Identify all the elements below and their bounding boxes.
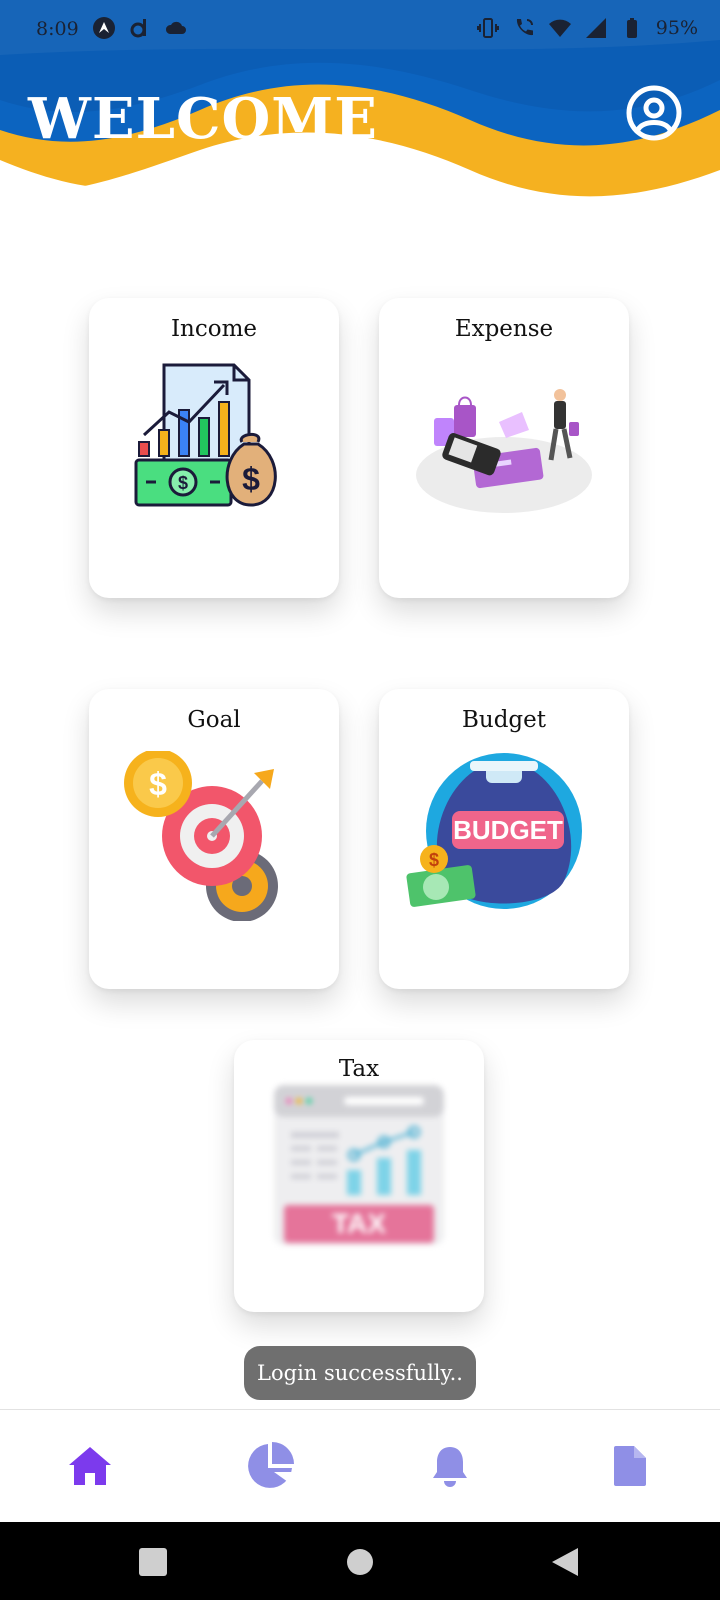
tax-badge-text: TAX: [332, 1208, 386, 1239]
bottom-nav: [0, 1409, 720, 1522]
budget-bag-icon: BUDGET $: [406, 753, 582, 909]
vibrate-icon: [476, 18, 499, 38]
wifi-icon: [548, 19, 571, 37]
cloud-icon: [165, 21, 186, 34]
svg-text:$: $: [429, 850, 439, 870]
nav-chart-button[interactable]: [240, 1436, 300, 1496]
profile-button[interactable]: [624, 84, 684, 144]
budget-badge-text: BUDGET: [453, 815, 563, 845]
status-icons-right: 95%: [476, 16, 698, 40]
status-icons-left: [92, 16, 188, 40]
system-nav-bar: [0, 1522, 720, 1600]
toast-message: Login successfully..: [244, 1346, 476, 1400]
tax-report-icon: TAX: [274, 1085, 444, 1245]
user-circle-icon: [626, 85, 682, 141]
shopping-card-icon: [416, 389, 592, 513]
d-app-icon: [130, 19, 146, 38]
income-card[interactable]: Income $ $: [89, 298, 339, 598]
svg-text:$: $: [178, 473, 188, 493]
svg-text:$: $: [242, 461, 260, 497]
budget-card-label: Budget: [461, 707, 546, 733]
battery-percent: 95%: [655, 17, 698, 39]
tax-card[interactable]: Tax TAX: [234, 1040, 484, 1312]
svg-text:$: $: [149, 766, 167, 802]
status-bar: 8:09 95%: [0, 0, 720, 60]
bell-icon: [433, 1447, 467, 1487]
back-button[interactable]: [545, 1542, 585, 1582]
expense-card-label: Expense: [454, 316, 554, 342]
budget-card[interactable]: Budget BUDGET $: [379, 689, 629, 989]
nav-home-button[interactable]: [60, 1436, 120, 1496]
income-chart-money-icon: $ $: [134, 363, 277, 507]
document-icon: [614, 1446, 646, 1486]
goal-card[interactable]: Goal $: [89, 689, 339, 989]
nav-document-button[interactable]: [600, 1436, 660, 1496]
income-card-label: Income: [170, 316, 258, 342]
tax-card-label: Tax: [338, 1056, 380, 1082]
wifi-call-icon: [516, 19, 533, 36]
android-auto-icon: [93, 17, 115, 39]
nav-notifications-button[interactable]: [420, 1436, 480, 1496]
target-goal-icon: $: [124, 751, 278, 921]
signal-icon: [585, 18, 606, 38]
recent-apps-button[interactable]: [133, 1542, 173, 1582]
status-time: 8:09: [36, 18, 79, 40]
recent-apps-icon: [139, 1548, 167, 1576]
page-title: WELCOME: [28, 86, 378, 152]
back-icon: [552, 1548, 578, 1576]
system-home-button[interactable]: [340, 1542, 380, 1582]
home-icon: [69, 1447, 111, 1485]
expense-card[interactable]: Expense: [379, 298, 629, 598]
pie-chart-icon: [248, 1442, 294, 1488]
home-circle-icon: [347, 1549, 373, 1575]
goal-card-label: Goal: [187, 707, 241, 733]
battery-icon: [626, 18, 637, 38]
